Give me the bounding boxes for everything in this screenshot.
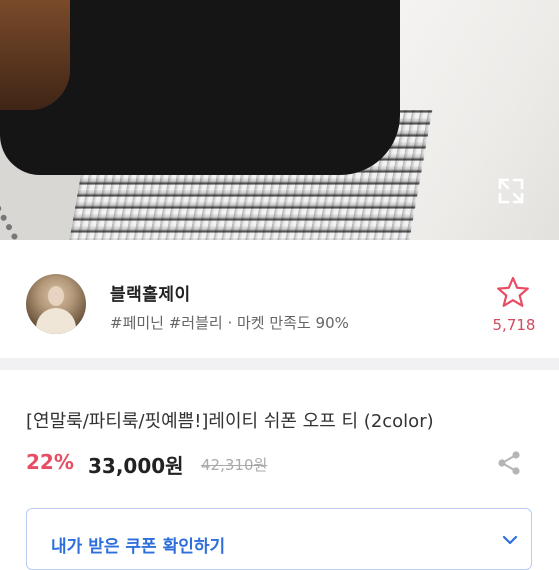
product-image[interactable] (0, 0, 559, 240)
original-price: 42,310원 (201, 456, 268, 474)
sale-price: 33,000원 (88, 454, 184, 478)
seller-tags: #페미닌 #러블리 · 마켓 만족도 90% (110, 314, 349, 332)
hair (0, 0, 70, 110)
coupon-check-button[interactable]: 내가 받은 쿠폰 확인하기 (26, 508, 532, 570)
chevron-down-icon (502, 535, 518, 545)
discount-rate: 22% (26, 450, 74, 474)
share-icon[interactable] (496, 450, 522, 476)
seller-name[interactable]: 블랙홀제이 (110, 280, 191, 305)
avatar-face (48, 286, 64, 306)
avatar-body (36, 308, 76, 334)
bag-chain (0, 170, 68, 240)
section-divider (0, 358, 559, 370)
seller-section: 블랙홀제이 #페미닌 #러블리 · 마켓 만족도 90% 5,718 (0, 240, 559, 358)
seller-avatar[interactable] (26, 274, 86, 334)
favorite-count: 5,718 (492, 316, 536, 334)
coupon-label: 내가 받은 쿠폰 확인하기 (51, 537, 226, 557)
expand-icon[interactable] (497, 177, 525, 205)
star-icon[interactable] (496, 276, 530, 308)
product-title: [연말룩/파티룩/핏예쁨!]레이티 쉬폰 오프 티 (2color) (26, 411, 434, 432)
